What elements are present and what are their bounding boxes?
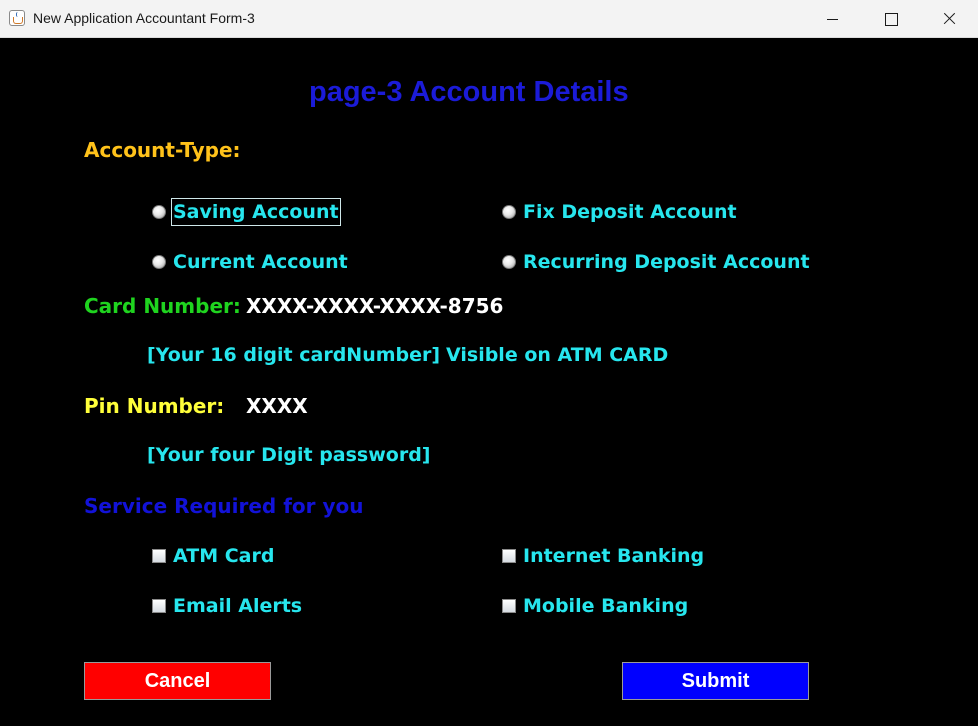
form-panel: page-3 Account Details Account-Type: Sav… bbox=[0, 38, 978, 726]
checkbox-icon[interactable] bbox=[152, 549, 166, 563]
radio-button-icon[interactable] bbox=[152, 205, 166, 219]
submit-button[interactable]: Submit bbox=[622, 662, 809, 700]
services-label: Service Required for you bbox=[84, 494, 364, 518]
checkbox-icon[interactable] bbox=[502, 549, 516, 563]
checkbox-label[interactable]: Mobile Banking bbox=[523, 593, 688, 619]
page-title: page-3 Account Details bbox=[309, 76, 629, 108]
close-icon[interactable] bbox=[920, 0, 978, 38]
window-titlebar: New Application Accountant Form-3 bbox=[0, 0, 978, 38]
maximize-icon[interactable] bbox=[862, 0, 920, 38]
radio-button-icon[interactable] bbox=[502, 205, 516, 219]
checkbox-label[interactable]: Email Alerts bbox=[173, 593, 302, 619]
radio-label[interactable]: Saving Account bbox=[171, 198, 341, 226]
radio-button-icon[interactable] bbox=[152, 255, 166, 269]
checkbox-label[interactable]: Internet Banking bbox=[523, 543, 704, 569]
cancel-button[interactable]: Cancel bbox=[84, 662, 271, 700]
radio-button-icon[interactable] bbox=[502, 255, 516, 269]
card-number-hint: [Your 16 digit cardNumber] bbox=[147, 344, 441, 366]
pin-number-hint: [Your four Digit password] bbox=[147, 444, 431, 466]
card-visibility-hint: Visible on ATM CARD bbox=[446, 344, 669, 366]
radio-label[interactable]: Fix Deposit Account bbox=[523, 199, 737, 225]
checkbox-icon[interactable] bbox=[502, 599, 516, 613]
radio-label[interactable]: Current Account bbox=[173, 249, 348, 275]
card-number-field[interactable]: XXXX-XXXX-XXXX-8756 bbox=[246, 294, 503, 318]
card-number-label: Card Number: bbox=[84, 294, 241, 318]
account-type-label: Account-Type: bbox=[84, 138, 241, 162]
radio-label[interactable]: Recurring Deposit Account bbox=[523, 249, 810, 275]
checkbox-icon[interactable] bbox=[152, 599, 166, 613]
java-app-icon bbox=[9, 10, 25, 26]
pin-number-label: Pin Number: bbox=[84, 394, 225, 418]
checkbox-label[interactable]: ATM Card bbox=[173, 543, 274, 569]
window-title: New Application Accountant Form-3 bbox=[33, 10, 255, 26]
pin-number-field[interactable]: XXXX bbox=[246, 394, 308, 418]
minimize-icon[interactable] bbox=[804, 0, 862, 38]
